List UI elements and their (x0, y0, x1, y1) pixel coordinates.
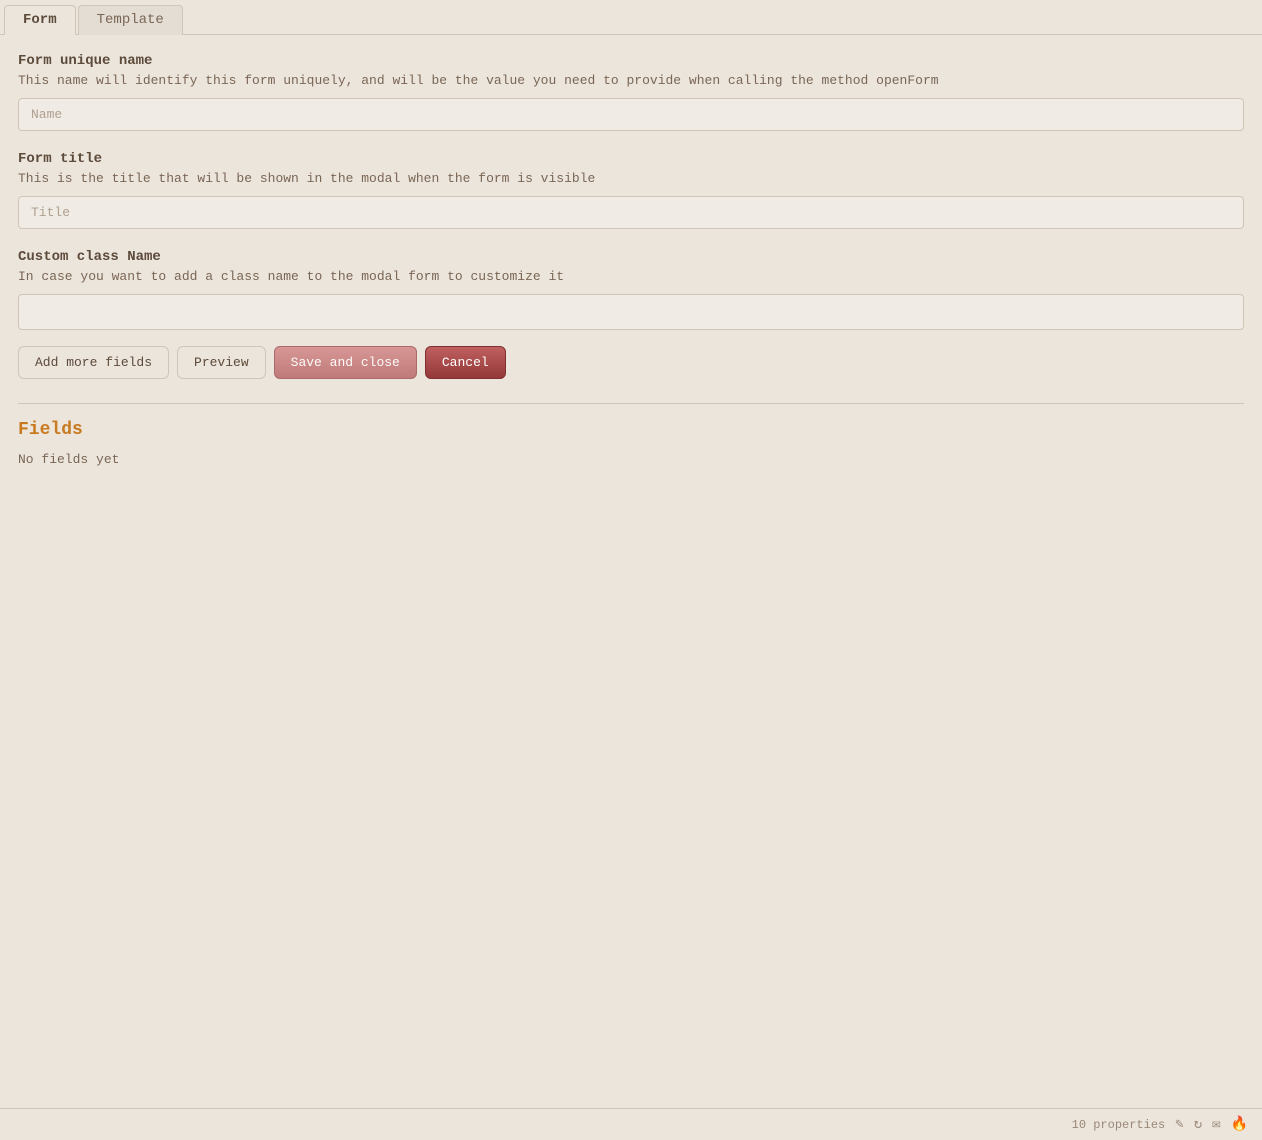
cancel-button[interactable]: Cancel (425, 346, 506, 379)
properties-count: 10 properties (1072, 1118, 1166, 1132)
main-container: Form Template Form unique name This name… (0, 0, 1262, 1140)
unique-name-description: This name will identify this form unique… (18, 73, 1244, 88)
tab-template[interactable]: Template (78, 5, 183, 35)
form-title-description: This is the title that will be shown in … (18, 171, 1244, 186)
status-bar: 10 properties ✎ ↻ ✉ 🔥 (0, 1108, 1262, 1140)
unique-name-input[interactable] (18, 98, 1244, 131)
custom-class-wrapper (18, 294, 1244, 330)
unique-name-label: Form unique name (18, 53, 1244, 69)
buttons-row: Add more fields Preview Save and close C… (18, 346, 1244, 379)
tabs-bar: Form Template (0, 0, 1262, 35)
form-unique-name-section: Form unique name This name will identify… (18, 53, 1244, 147)
custom-class-label: Custom class Name (18, 249, 1244, 265)
form-title-section: Form title This is the title that will b… (18, 151, 1244, 245)
message-icon[interactable]: ✉ (1212, 1116, 1220, 1133)
form-title-label: Form title (18, 151, 1244, 167)
preview-button[interactable]: Preview (177, 346, 266, 379)
tab-form[interactable]: Form (4, 5, 76, 35)
add-more-fields-button[interactable]: Add more fields (18, 346, 169, 379)
custom-class-input[interactable] (18, 294, 1244, 330)
custom-class-description: In case you want to add a class name to … (18, 269, 1244, 284)
edit-icon[interactable]: ✎ (1175, 1116, 1183, 1133)
no-fields-text: No fields yet (18, 452, 1244, 467)
custom-class-section: Custom class Name In case you want to ad… (18, 249, 1244, 330)
status-bar-content: 10 properties ✎ ↻ ✉ 🔥 (1072, 1116, 1248, 1133)
divider (18, 403, 1244, 404)
content-area: Form unique name This name will identify… (0, 35, 1262, 485)
refresh-icon[interactable]: ↻ (1194, 1116, 1202, 1133)
save-and-close-button[interactable]: Save and close (274, 346, 417, 379)
fire-icon[interactable]: 🔥 (1231, 1116, 1248, 1133)
form-title-input[interactable] (18, 196, 1244, 229)
fields-heading: Fields (18, 420, 1244, 440)
